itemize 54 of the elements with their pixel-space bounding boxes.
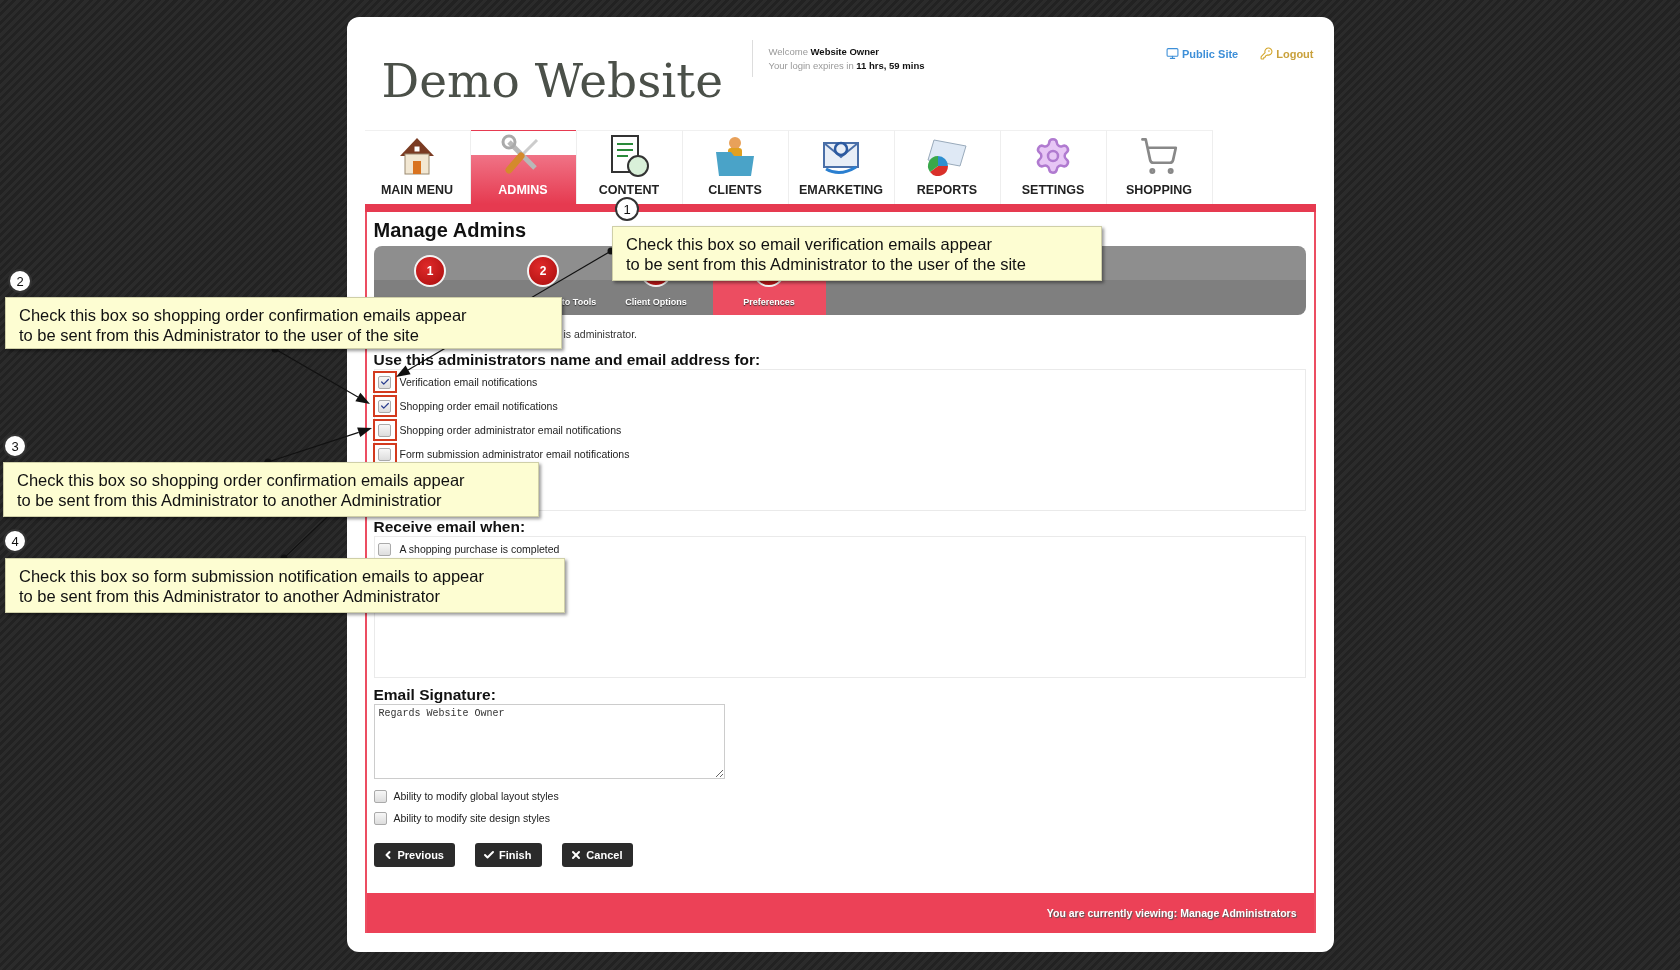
- option-label: Shopping order administrator email notifications: [399, 424, 622, 436]
- finish-button[interactable]: Finish: [474, 843, 543, 867]
- callout-number: 3: [3, 434, 27, 458]
- welcome-text: Welcome Website Owner: [768, 46, 880, 57]
- report-chart-icon: [924, 136, 970, 176]
- status-footer: You are currently viewing: Manage Administrators: [366, 893, 1314, 933]
- callout-number: 2: [8, 269, 32, 293]
- login-expiry-text: Your login expires in 11 hrs, 59 mins: [768, 60, 926, 71]
- checkbox[interactable]: [373, 789, 387, 803]
- back-button[interactable]: Previous: [373, 843, 455, 867]
- cart-icon: [1139, 136, 1179, 176]
- nav-tab[interactable]: CONTENT: [576, 130, 683, 204]
- step-number-circle: 1: [414, 255, 446, 287]
- nav-tab[interactable]: SETTINGS: [1000, 130, 1107, 204]
- house-icon: [398, 136, 436, 176]
- section-heading: Email Signature:: [373, 686, 497, 704]
- checkbox[interactable]: [373, 811, 387, 825]
- nav-tab[interactable]: SHOPPING: [1106, 130, 1213, 204]
- document-icon: [608, 134, 650, 178]
- option-label: Form submission administrator email notifications: [399, 448, 630, 460]
- step-label[interactable]: Preferences: [743, 297, 795, 307]
- nav-tab[interactable]: MAIN MENU: [364, 130, 471, 204]
- checkbox[interactable]: [378, 447, 391, 461]
- step-number-circle: 2: [527, 255, 559, 287]
- checkbox[interactable]: [378, 423, 391, 437]
- close-icon: [570, 849, 583, 861]
- annotation-callout: Check this box so shopping order confirmation emails appear to be sent from this Administrator to another Administratior: [3, 462, 539, 517]
- check-icon: [482, 849, 495, 861]
- step-label[interactable]: to Tools: [561, 297, 597, 307]
- cancel-button[interactable]: Cancel: [562, 843, 634, 867]
- intro-text: is administrator.: [563, 328, 638, 342]
- site-logo: Demo Website: [381, 53, 725, 108]
- section-heading: Receive email when:: [373, 518, 527, 536]
- checkbox[interactable]: [378, 375, 391, 389]
- monitor-icon: [1166, 47, 1179, 60]
- nav-tab[interactable]: REPORTS: [894, 130, 1001, 204]
- key-icon: [1260, 47, 1274, 60]
- nav-tab[interactable]: CLIENTS: [682, 130, 789, 204]
- page-title: Manage Admins: [373, 219, 527, 242]
- option-label: Verification email notifications: [399, 376, 538, 388]
- annotation-callout: Check this box so shopping order confirmation emails appear to be sent from this Administrator to the user of the site: [5, 297, 562, 349]
- option-label: Shopping order email notifications: [399, 400, 558, 412]
- folder-person-icon: [713, 134, 757, 178]
- step-label[interactable]: Client Options: [625, 297, 687, 307]
- callout-number: 4: [3, 529, 27, 553]
- nav-tab[interactable]: ADMINS: [470, 130, 577, 204]
- signature-field[interactable]: Regards Website Owner: [373, 704, 725, 779]
- option-label: Ability to modify global layout styles: [393, 790, 559, 802]
- annotation-callout: Check this box so form submission notification emails to appear to be sent from this Administrator to another Administrator: [5, 558, 565, 613]
- nav-tab[interactable]: EMARKETING: [788, 130, 895, 204]
- checkbox[interactable]: [378, 399, 391, 413]
- checkbox[interactable]: [378, 542, 391, 556]
- option-label: A shopping purchase is completed: [399, 543, 560, 555]
- option-label: Ability to modify site design styles: [393, 812, 550, 824]
